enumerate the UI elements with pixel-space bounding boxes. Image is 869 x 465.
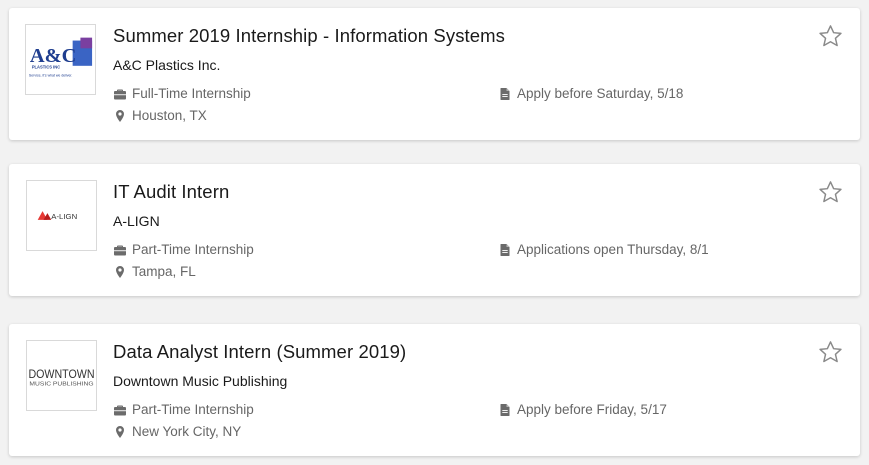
job-location-label: Houston, TX: [132, 108, 207, 123]
job-title[interactable]: IT Audit Intern: [113, 181, 229, 203]
document-icon: [498, 403, 512, 417]
job-card[interactable]: A&C PLASTICS INC Service, it's what we d…: [9, 8, 860, 140]
a-lign-logo-icon: A-LIGN: [37, 211, 77, 221]
briefcase-icon: [113, 403, 127, 417]
job-title[interactable]: Data Analyst Intern (Summer 2019): [113, 341, 406, 363]
job-title[interactable]: Summer 2019 Internship - Information Sys…: [113, 25, 505, 47]
logo-tagline: Service, it's what we deliver.: [29, 74, 73, 78]
job-deadline-label: Applications open Thursday, 8/1: [517, 242, 709, 257]
company-logo[interactable]: A-LIGN: [26, 180, 97, 251]
downtown-logo-icon: DOWNTOWN MUSIC PUBLISHING: [28, 367, 94, 388]
job-deadline-label: Apply before Saturday, 5/18: [517, 86, 684, 101]
company-logo[interactable]: DOWNTOWN MUSIC PUBLISHING: [26, 340, 97, 411]
document-icon: [498, 87, 512, 101]
job-type: Part-Time Internship: [113, 242, 254, 257]
job-location: New York City, NY: [113, 424, 241, 439]
job-location: Tampa, FL: [113, 264, 196, 279]
company-name[interactable]: A&C Plastics Inc.: [113, 57, 220, 73]
logo-subline: PLASTICS INC: [32, 65, 60, 70]
job-deadline: Apply before Saturday, 5/18: [498, 86, 683, 101]
logo-wordmark: A-LIGN: [51, 212, 77, 221]
favorite-star-icon[interactable]: [817, 339, 844, 366]
favorite-star-icon[interactable]: [817, 23, 844, 50]
job-location-label: Tampa, FL: [132, 264, 196, 279]
job-type: Part-Time Internship: [113, 402, 254, 417]
briefcase-icon: [113, 87, 127, 101]
job-deadline: Apply before Friday, 5/17: [498, 402, 667, 417]
job-type-label: Full-Time Internship: [132, 86, 251, 101]
job-list: A&C PLASTICS INC Service, it's what we d…: [0, 0, 869, 465]
job-type-label: Part-Time Internship: [132, 402, 254, 417]
job-location-label: New York City, NY: [132, 424, 242, 439]
job-deadline-label: Apply before Friday, 5/17: [517, 402, 667, 417]
map-pin-icon: [113, 265, 127, 279]
company-name[interactable]: A-LIGN: [113, 213, 160, 229]
job-location: Houston, TX: [113, 108, 207, 123]
logo-subline: MUSIC PUBLISHING: [29, 382, 93, 388]
favorite-star-icon[interactable]: [817, 179, 844, 206]
briefcase-icon: [113, 243, 127, 257]
map-pin-icon: [113, 425, 127, 439]
document-icon: [498, 243, 512, 257]
map-pin-icon: [113, 109, 127, 123]
job-type: Full-Time Internship: [113, 86, 251, 101]
job-card[interactable]: A-LIGN IT Audit Intern A-LIGN Part-Time …: [9, 164, 860, 296]
company-logo[interactable]: A&C PLASTICS INC Service, it's what we d…: [25, 24, 96, 95]
logo-wordmark: DOWNTOWN: [28, 367, 94, 381]
ac-plastics-logo-icon: A&C PLASTICS INC Service, it's what we d…: [29, 37, 93, 78]
job-card[interactable]: DOWNTOWN MUSIC PUBLISHING Data Analyst I…: [9, 324, 860, 456]
job-deadline: Applications open Thursday, 8/1: [498, 242, 709, 257]
logo-wordmark: A&C: [30, 45, 76, 67]
job-type-label: Part-Time Internship: [132, 242, 254, 257]
company-name[interactable]: Downtown Music Publishing: [113, 373, 287, 389]
